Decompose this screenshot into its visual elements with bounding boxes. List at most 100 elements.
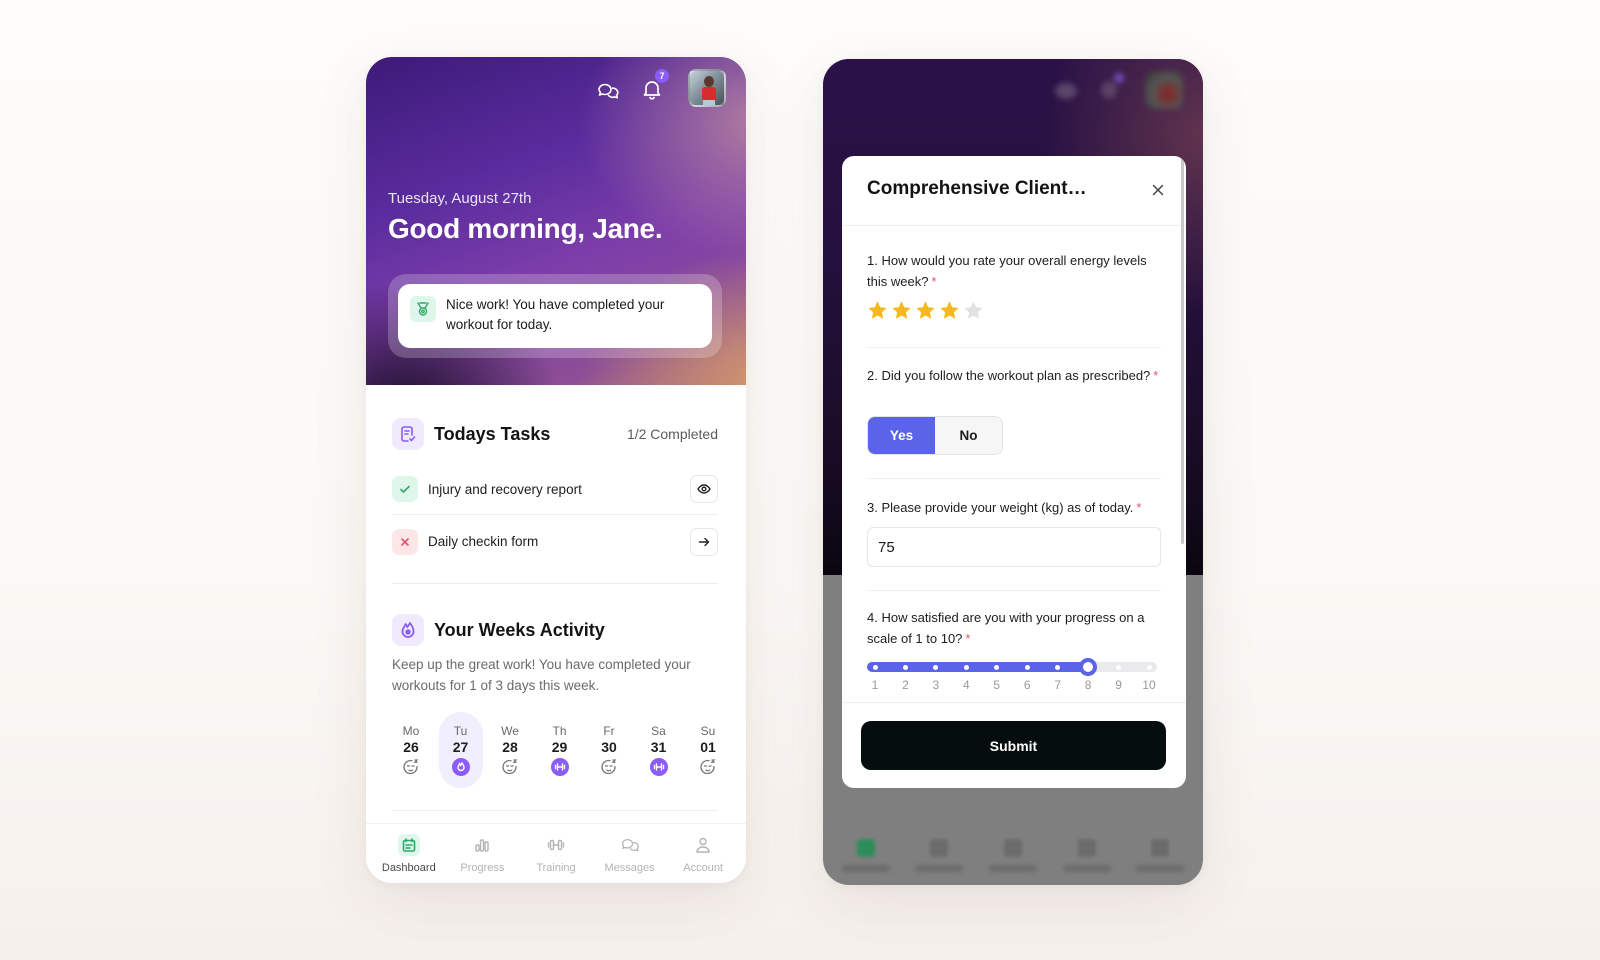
activity-header: Your Weeks Activity [392,614,605,646]
x-icon [392,528,418,555]
question-1: 1. How would you rate your overall energ… [867,253,1147,289]
day-fr[interactable]: Fr 30 [587,712,631,788]
slider-tick-label: 4 [962,678,970,692]
flame-icon [392,614,424,646]
nav-label: Messages [604,862,655,874]
energy-rating[interactable] [866,299,985,322]
required-marker: * [1136,500,1142,515]
nav-account[interactable]: Account [668,824,738,883]
slider-thumb[interactable] [1079,658,1098,676]
slider-step-dot[interactable] [1024,665,1030,670]
checkin-form-screen: Comprehensive Client… 1. How would you r… [823,59,1203,885]
nav-label: Progress [460,862,505,874]
slider-tick-label: 9 [1115,678,1122,692]
modal-header: Comprehensive Client… [842,156,1186,226]
nav-label: Training [536,862,576,874]
user-avatar[interactable] [688,69,726,107]
day-date: 01 [700,739,716,755]
dashboard-screen: 7 Tuesday, August 27th Good morning, Jan… [366,57,746,883]
eye-icon[interactable] [690,475,718,503]
user-icon [692,834,714,856]
day-name: Th [552,724,567,738]
star-empty-icon[interactable] [962,299,985,322]
rest-face-icon [501,758,519,776]
rest-face-icon [600,758,618,776]
activity-description: Keep up the great work! You have complet… [392,657,691,693]
question-divider [867,590,1161,591]
day-mo[interactable]: Mo 26 [389,712,433,788]
day-date: 30 [601,739,617,755]
star-filled-icon[interactable] [866,299,889,322]
star-filled-icon[interactable] [938,299,961,322]
submit-button[interactable]: Submit [861,721,1166,770]
section-divider [392,583,718,584]
tasks-header: Todays Tasks [392,418,550,450]
completed-workout-icon [451,758,470,776]
nav-label: Account [683,862,724,874]
day-date: 26 [403,739,419,755]
slider-tick-label: 6 [1023,678,1031,692]
task-item[interactable]: Injury and recovery report [392,464,718,515]
modal-footer: Submit [842,702,1186,788]
slider-step-dot[interactable] [1146,665,1152,670]
modal-scrollbar[interactable] [1181,156,1184,544]
dumbbell-icon [649,758,668,776]
star-filled-icon[interactable] [890,299,913,322]
greeting: Good morning, Jane. [388,213,663,244]
checkin-form-modal: Comprehensive Client… 1. How would you r… [842,156,1186,788]
day-name: Tu [453,724,468,738]
day-name: We [501,724,519,738]
star-filled-icon[interactable] [914,299,937,322]
yes-button[interactable]: Yes [868,417,935,454]
arrow-right-icon[interactable] [690,527,718,556]
task-item[interactable]: Daily checkin form [392,516,718,567]
section-divider [392,810,718,811]
nav-dashboard[interactable]: Dashboard [374,824,444,883]
activity-title: Your Weeks Activity [434,619,605,640]
slider-tick-label: 2 [902,678,909,692]
required-marker: * [1153,368,1159,383]
checklist-icon [392,418,424,450]
day-th[interactable]: Th 29 [538,712,582,788]
day-sa[interactable]: Sa 31 [637,712,681,788]
day-name: Mo [402,724,420,738]
bar-chart-icon [471,834,493,856]
nav-messages[interactable]: Messages [595,824,665,883]
slider-tick-label: 7 [1054,678,1061,692]
nav-training[interactable]: Training [521,824,591,883]
medal-icon [410,296,436,322]
workout-plan-toggle: Yes No [867,416,1003,455]
nav-label: Dashboard [381,862,436,874]
slider-tick-label: 10 [1142,678,1156,692]
day-su[interactable]: Su 01 [686,712,730,788]
slider-step-dot[interactable] [963,665,969,670]
bottom-nav: Dashboard Progress Training Messages Account [366,823,746,883]
chat-bubbles-icon[interactable] [596,79,620,103]
no-button[interactable]: No [935,417,1002,454]
nav-progress[interactable]: Progress [447,824,517,883]
chat-bubbles-icon [619,834,641,856]
question-divider [867,478,1161,479]
weight-input[interactable] [867,527,1161,567]
calendar-icon [397,834,420,856]
task-label: Daily checkin form [428,534,539,549]
slider-step-dot[interactable] [872,665,878,670]
tasks-progress: 1/2 Completed [626,426,718,442]
day-name: Fr [603,724,615,738]
day-we[interactable]: We 28 [488,712,532,788]
notification-badge: 7 [655,69,669,83]
slider-tick-label: 8 [1084,678,1092,692]
close-icon[interactable] [1150,182,1166,198]
workout-complete-banner: Nice work! You have completed your worko… [388,274,722,358]
tasks-title: Todays Tasks [434,423,551,444]
day-date: 28 [502,739,518,755]
question-divider [867,347,1161,348]
question-3: 3. Please provide your weight (kg) as of… [867,500,1142,515]
satisfaction-slider[interactable]: 1 2 3 4 5 6 7 8 9 10 [867,658,1161,694]
dumbbell-icon [550,758,569,776]
modal-title: Comprehensive Client… [867,178,1087,199]
day-name: Su [700,724,716,738]
day-tu[interactable]: Tu 27 [438,712,483,788]
rest-face-icon [699,758,717,776]
slider-step-dot[interactable] [902,665,908,670]
